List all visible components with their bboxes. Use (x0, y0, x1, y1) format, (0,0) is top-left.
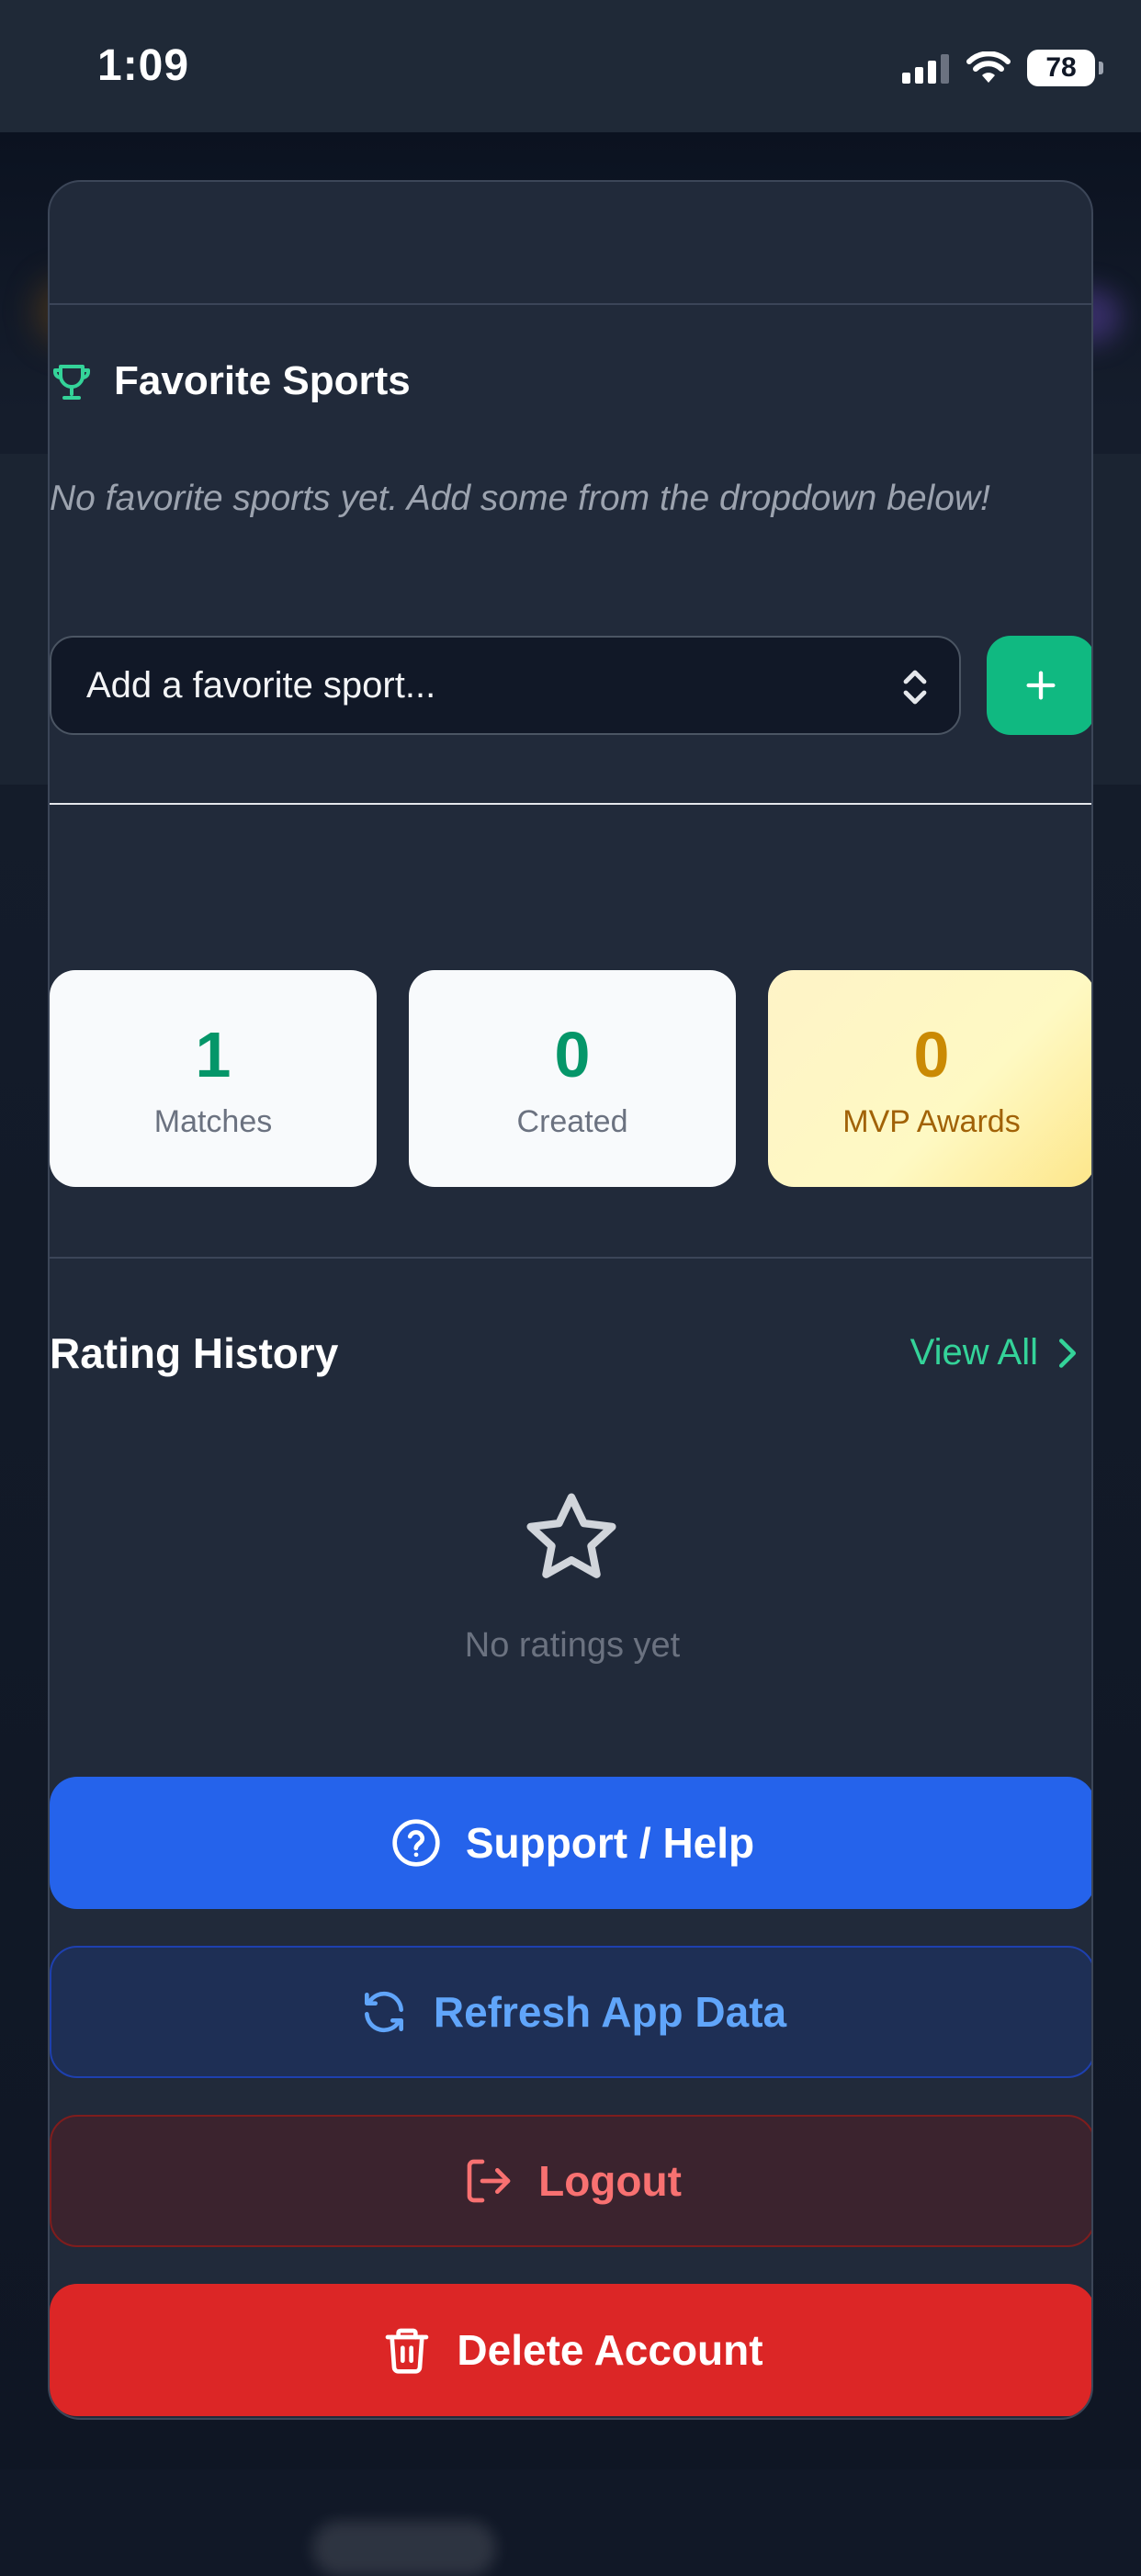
logout-button[interactable]: Logout (50, 2115, 1091, 2247)
backdrop-bottom-blur (312, 2521, 496, 2576)
plus-icon (1026, 671, 1056, 700)
battery-indicator: 78 (1027, 50, 1103, 86)
status-time: 1:09 (97, 41, 190, 90)
refresh-icon (364, 1991, 403, 2033)
rating-history-title: Rating History (50, 1329, 339, 1377)
signal-icon (902, 54, 949, 84)
no-ratings-message: No ratings yet (464, 1626, 681, 1665)
help-circle-icon (392, 1819, 440, 1867)
stat-value: 0 (913, 1018, 950, 1090)
stat-label: Matches (153, 1103, 273, 1139)
chevron-right-icon (1058, 1338, 1077, 1368)
stat-card-matches: 1 Matches (50, 970, 377, 1187)
stat-label: Created (516, 1103, 628, 1139)
add-favorite-sport-button[interactable] (987, 636, 1091, 735)
trophy-icon (53, 365, 90, 400)
stat-card-mvp-awards: 0 MVP Awards (768, 970, 1091, 1187)
refresh-app-data-label: Refresh App Data (433, 1988, 787, 2036)
divider (50, 303, 1091, 305)
wifi-icon (966, 51, 1011, 83)
stat-value: 0 (554, 1018, 591, 1090)
refresh-app-data-button[interactable]: Refresh App Data (50, 1946, 1091, 2078)
status-bar: 1:09 78 (0, 0, 1141, 132)
divider (50, 1257, 1091, 1259)
chevron-updown-icon (903, 670, 927, 705)
support-help-label: Support / Help (465, 1819, 755, 1867)
stat-label: MVP Awards (842, 1103, 1021, 1139)
favorite-sports-title: Favorite Sports (114, 358, 411, 403)
support-help-button[interactable]: Support / Help (50, 1777, 1091, 1909)
delete-account-label: Delete Account (457, 2326, 763, 2374)
stat-value: 1 (195, 1018, 232, 1090)
trash-icon (386, 2328, 429, 2374)
view-all-label: View All (909, 1332, 1038, 1373)
status-icons: 78 (902, 48, 1103, 88)
favorite-sport-select[interactable]: Add a favorite sport... (50, 636, 961, 735)
view-all-link[interactable]: View All (910, 1332, 1079, 1373)
favorite-sports-empty-message: No favorite sports yet. Add some from th… (50, 479, 990, 518)
star-icon (526, 1493, 616, 1578)
stat-card-created: 0 Created (409, 970, 736, 1187)
logout-label: Logout (538, 2157, 682, 2205)
delete-account-button[interactable]: Delete Account (50, 2284, 1091, 2416)
select-placeholder: Add a favorite sport... (86, 664, 436, 706)
favorite-sports-header: Favorite Sports (50, 358, 411, 404)
divider (50, 803, 1091, 805)
profile-sheet: Favorite Sports No favorite sports yet. … (48, 180, 1093, 2420)
logout-icon (467, 2159, 511, 2203)
